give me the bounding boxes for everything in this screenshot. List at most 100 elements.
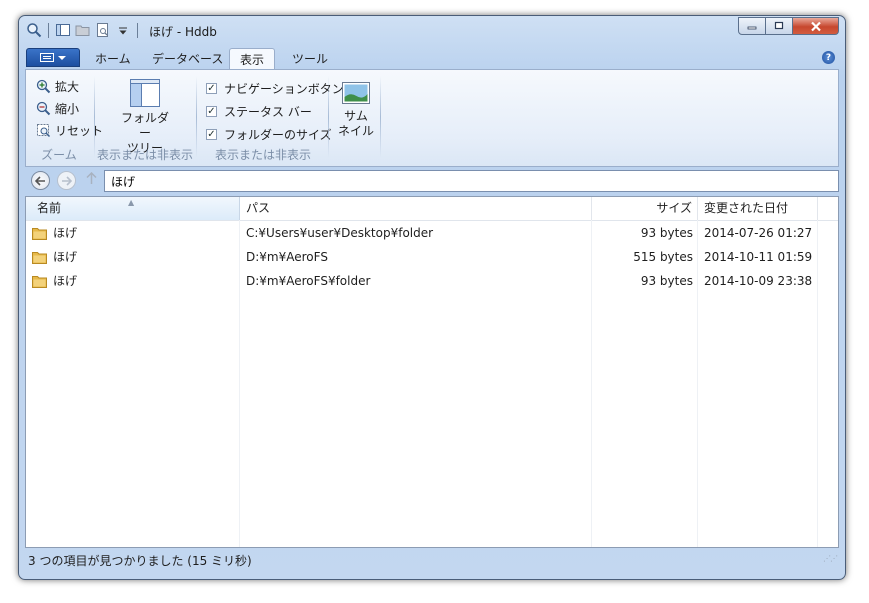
file-name-cell: ほげ [32,269,77,293]
folder-size-toggle[interactable]: ✓ フォルダーのサイズ [206,126,332,143]
tab-tools[interactable]: ツール [292,50,328,67]
zoom-out-button[interactable]: 縮小 [36,100,79,117]
back-arrow-icon [35,175,45,186]
window-title: ほげ - Hddb [149,25,217,39]
thumbnail-button[interactable]: サム ネイル [336,81,376,139]
forward-arrow-icon [62,175,72,186]
column-name-label: 名前 [37,201,62,215]
zoom-out-icon [36,101,51,116]
column-name[interactable]: 名前 ▲ [26,197,240,220]
forward-button[interactable] [57,171,76,190]
chevron-down-icon [58,55,66,60]
column-modified[interactable]: 変更された日付 [698,197,818,220]
ribbon-tabs: ホーム データベース 表示 ツール ? [25,46,839,70]
maximize-icon [774,21,784,30]
group-separator [328,76,329,158]
group-separator [94,76,95,158]
qat-separator [137,22,138,38]
sort-ascending-icon: ▲ [128,198,135,207]
tab-view[interactable]: 表示 [229,48,276,70]
file-list: 名前 ▲ パス サイズ 変更された日付 ほげ C:¥Users¥user¥Des… [25,196,839,548]
file-name: ほげ [53,250,78,264]
zoom-out-label: 縮小 [55,102,80,116]
thumbnail-group: サム ネイル [330,70,380,166]
column-size[interactable]: サイズ [592,197,698,220]
navigation-buttons-checkbox[interactable]: ✓ [206,83,217,94]
column-header: 名前 ▲ パス サイズ 変更された日付 [26,197,838,221]
zoom-group: 拡大 縮小 リセット ズーム [26,70,103,166]
explorer-window: ほげ - Hddb ホーム データベース 表示 ツール ? 拡大 縮小 リセット… [18,15,846,580]
properties-icon[interactable] [95,22,111,38]
show-hide-group-label: 表示または非表示 [214,148,311,162]
customize-dropdown-icon[interactable] [115,22,131,38]
thumbnail-label-1: サム [344,109,368,123]
reset-zoom-button[interactable]: リセット [36,122,103,139]
qat-separator [48,22,49,38]
file-menu-button[interactable] [26,48,80,67]
status-bar-checkbox[interactable]: ✓ [206,106,217,117]
address-bar[interactable]: ほげ [104,170,839,192]
close-button[interactable] [793,17,839,35]
folder-tree-button[interactable]: フォルダー ツリー [116,78,174,156]
status-text: 3 つの項目が見つかりました (15 ミリ秒) [28,554,252,568]
minimize-icon [747,26,757,30]
thumbnail-icon [342,82,370,104]
file-name-cell: ほげ [32,221,77,245]
file-path: C:¥Users¥user¥Desktop¥folder [246,226,434,240]
navigation-buttons-toggle[interactable]: ✓ ナビゲーションボタン [206,80,344,97]
reset-zoom-icon [37,124,51,138]
file-name: ほげ [53,274,78,288]
zoom-group-label: ズーム [41,148,77,162]
file-path: D:¥m¥AeroFS [246,250,328,264]
folder-icon [32,251,47,264]
thumbnail-label-2: ネイル [337,124,374,138]
status-bar: 3 つの項目が見つかりました (15 ミリ秒) ⋰⋰ [25,548,839,574]
file-path: D:¥m¥AeroFS¥folder [246,274,371,288]
tab-home[interactable]: ホーム [95,50,131,67]
table-row[interactable]: ほげ C:¥Users¥user¥Desktop¥folder 93 bytes… [26,221,838,245]
file-modified: 2014-07-26 01:27 [704,226,813,240]
folder-tree-label-1: フォルダー [120,111,169,140]
folder-open-icon[interactable] [75,22,91,38]
file-name-cell: ほげ [32,245,77,269]
file-modified: 2014-10-09 23:38 [704,274,813,288]
up-arrow-icon [86,171,97,184]
tab-database[interactable]: データベース [152,50,223,67]
help-icon[interactable]: ? [822,51,835,64]
resize-grip-icon[interactable]: ⋰⋰ [823,546,838,572]
file-modified: 2014-10-11 01:59 [704,250,813,264]
caption-buttons [738,17,839,35]
group-separator [380,76,381,158]
zoom-in-button[interactable]: 拡大 [36,78,79,95]
folder-tree-group: フォルダー ツリー 表示または非表示 [96,70,194,166]
group-separator [196,76,197,158]
file-menu-icon [40,53,54,62]
file-size: 93 bytes [640,274,693,288]
table-row[interactable]: ほげ D:¥m¥AeroFS¥folder 93 bytes 2014-10-0… [26,269,838,293]
column-path[interactable]: パス [240,197,592,220]
pane-icon[interactable] [55,22,71,38]
folder-icon [32,275,47,288]
status-bar-toggle[interactable]: ✓ ステータス バー [206,103,312,120]
zoom-in-icon [36,79,51,94]
file-size: 515 bytes [633,250,693,264]
back-button[interactable] [31,171,50,190]
folder-size-checkbox[interactable]: ✓ [206,129,217,140]
maximize-button[interactable] [766,17,793,35]
folder-tree-group-label: 表示または非表示 [96,148,193,162]
navigation-bar: ほげ [25,168,839,194]
file-name: ほげ [53,226,78,240]
search-icon[interactable] [26,22,42,38]
folder-tree-icon [130,79,160,107]
navigation-buttons-label: ナビゲーションボタン [224,82,344,96]
up-button[interactable] [86,171,97,189]
folder-icon [32,227,47,240]
close-icon [810,21,821,31]
ribbon-view: 拡大 縮小 リセット ズーム フォルダー ツリー 表示または非表示 ✓ ナビゲー… [25,69,839,167]
zoom-in-label: 拡大 [55,80,80,94]
title-bar: ほげ - Hddb [19,16,845,46]
folder-size-label: フォルダーのサイズ [224,128,332,142]
minimize-button[interactable] [738,17,766,35]
status-bar-label: ステータス バー [224,105,312,119]
table-row[interactable]: ほげ D:¥m¥AeroFS 515 bytes 2014-10-11 01:5… [26,245,838,269]
